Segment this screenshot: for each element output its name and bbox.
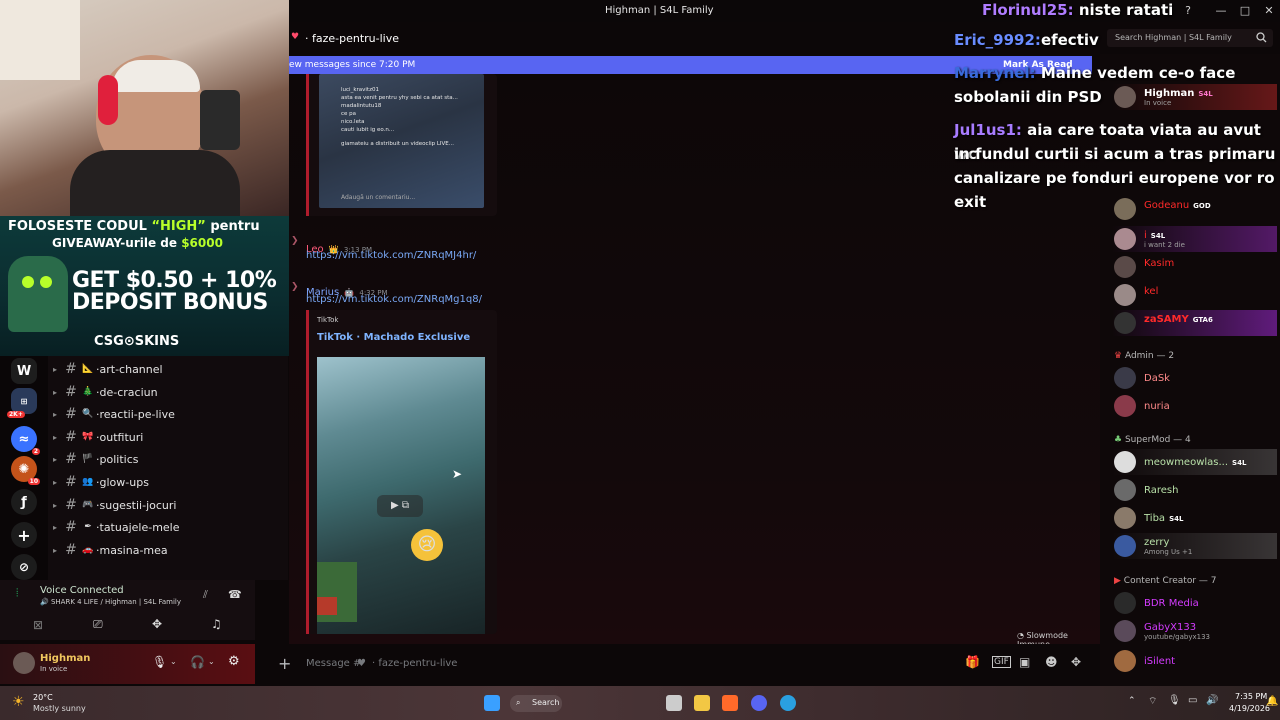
cap-icon — [112, 60, 200, 92]
embed-title-link[interactable]: TikTok · Machado Exclusive — [317, 332, 470, 343]
gift-icon[interactable]: 🎁 — [965, 655, 980, 669]
add-server-button[interactable]: + — [11, 522, 37, 548]
channel-sugestii-jocuri[interactable]: ▸ # 🎮 · sugestii-jocuri — [48, 494, 288, 516]
microphone-icon — [200, 90, 240, 150]
channel-glow-ups[interactable]: ▸ # 👥 · glow-ups — [48, 471, 288, 493]
headset-icon — [98, 75, 118, 125]
member-item[interactable]: zerry Among Us +1 — [1112, 533, 1277, 559]
member-item[interactable]: kel — [1112, 282, 1277, 308]
member-item[interactable]: Tiba S4L — [1112, 505, 1277, 531]
mouse-cursor: ➤ — [452, 467, 463, 481]
disconnect-icon[interactable]: ☎ — [228, 588, 242, 601]
brave-browser-icon[interactable] — [722, 695, 738, 711]
server-icon-w[interactable]: W — [11, 358, 37, 384]
crying-emoji-icon: 😢 — [411, 529, 443, 561]
slowmode-indicator: ◔ Slowmode Immune — [1017, 631, 1068, 644]
stream-chat-overlay: Florinul25: niste ratati Eric_9992:efect… — [954, 1, 1276, 211]
microphone-icon[interactable]: 🎙 — [152, 655, 167, 669]
notification-icon[interactable]: 🔔 — [1266, 696, 1278, 707]
discord-icon[interactable] — [751, 695, 767, 711]
member-group-header: ♛ Admin — 2 — [1114, 351, 1175, 361]
taskbar-search[interactable]: ⌕ Search — [510, 695, 562, 712]
embed-video-thumbnail[interactable]: ▶ ⧉ 😢 — [317, 357, 485, 634]
member-group-header: ♣ SuperMod — 4 — [1114, 435, 1191, 445]
screen-share-icon[interactable]: ⎚ — [93, 617, 103, 632]
avatar[interactable] — [13, 652, 35, 674]
member-item[interactable]: meowmeowlas... S4L — [1112, 449, 1277, 475]
server-icon-f[interactable]: ƒ — [11, 489, 37, 515]
server-list: W ⊞ 2K+ ≈ 2 ✺ 10 ƒ + ⊘ — [0, 355, 48, 580]
channel-outfituri[interactable]: ▸ # 🎀 · outfituri — [48, 426, 288, 448]
server-icon-orange[interactable]: ✺ 10 — [11, 456, 40, 485]
avatar[interactable]: ❯ — [291, 282, 299, 292]
sticker-icon[interactable]: ▣ — [1019, 655, 1030, 669]
file-explorer-icon[interactable] — [694, 695, 710, 711]
avatar[interactable]: ❯ — [291, 236, 299, 246]
activities-icon[interactable]: ✥ — [152, 617, 162, 631]
search-icon: ⌕ — [516, 698, 521, 707]
member-item[interactable]: Raresh — [1112, 477, 1277, 503]
member-item[interactable]: i S4L i want 2 die — [1112, 226, 1277, 252]
channel-art-channel[interactable]: ▸ # 📐 · art-channel — [48, 358, 288, 380]
embed-card: TikTok TikTok · Machado Exclusive ▶ ⧉ 😢 — [309, 310, 497, 634]
voice-location[interactable]: 🔊 SHARK 4 LIFE / Highman | S4L Family — [40, 598, 181, 606]
channel-de-craciun[interactable]: ▸ # 🎄 · de-craciun — [48, 381, 288, 403]
gear-icon[interactable]: ⚙ — [228, 654, 240, 669]
channel-tatuajele-mele[interactable]: ▸ # ✒ · tatuajele-mele — [48, 516, 288, 538]
wifi-icon[interactable]: ⌔ — [1148, 695, 1157, 708]
volume-icon[interactable]: 🔊 — [1206, 695, 1218, 706]
voice-panel: ⦙ Voice Connected 🔊 SHARK 4 LIFE / Highm… — [0, 580, 255, 640]
play-button[interactable]: ▶ ⧉ — [377, 495, 423, 517]
emoji-picker-icon[interactable]: ☻ — [1045, 655, 1058, 669]
channel-masina-mea[interactable]: ▸ # 🚗 · masina-mea — [48, 539, 288, 561]
member-item[interactable]: GabyX133 youtube/gabyx133 — [1112, 618, 1277, 644]
composer-emoji-icon: ♥ — [357, 658, 366, 669]
embed-video-thumbnail[interactable]: luci_kravitz01 asta ea venit pentru yhy s… — [319, 74, 484, 208]
add-attachment-button[interactable]: + — [278, 654, 291, 673]
member-item[interactable]: BDR Media — [1112, 590, 1277, 616]
weather-icon[interactable]: ☀ — [12, 694, 25, 710]
gif-icon[interactable]: GIF — [992, 656, 1011, 668]
chevron-up-icon[interactable]: ⌃ — [1128, 696, 1136, 706]
embed-card: luci_kravitz01 asta ea venit pentru yhy s… — [309, 74, 497, 216]
microphone-icon[interactable]: 🎙 — [1168, 695, 1181, 706]
message-composer[interactable]: + Message # ♥ · faze-pentru-live 🎁 GIF ▣… — [278, 648, 1092, 680]
member-item[interactable]: iSilent — [1112, 648, 1277, 674]
server-folder-icon[interactable]: ⊞ 2K+ — [7, 388, 37, 418]
channel-list: ▸ # 📐 · art-channel ▸ # 🎄 · de-craciun ▸ # 🔍 · re… — [48, 355, 288, 580]
taskbar: ☀ 20°C Mostly sunny ⌕ Search ⌃ ⌔ 🎙 ▭ 🔊 7… — [0, 686, 1280, 720]
start-button[interactable] — [484, 695, 500, 711]
task-view-icon[interactable] — [666, 695, 682, 711]
channel-politics[interactable]: ▸ # 🏴 · politics — [48, 448, 288, 470]
window-title: Highman | S4L Family — [605, 5, 714, 16]
member-item[interactable]: DaSk — [1112, 365, 1277, 391]
signal-icon[interactable]: ⦙ — [16, 586, 18, 600]
webcam-overlay — [0, 0, 289, 216]
apps-icon[interactable]: ✥ — [1071, 655, 1081, 669]
channel-reactii-pe-live[interactable]: ▸ # 🔍 · reactii-pe-live — [48, 403, 288, 425]
brand-logo: CSG⊙SKINS — [94, 334, 180, 349]
mascot-icon — [8, 256, 68, 332]
soundboard-icon[interactable]: ♫ — [211, 617, 222, 631]
channel-name: · faze-pentru-live — [305, 32, 400, 45]
member-item[interactable]: Kasim — [1112, 254, 1277, 280]
promo-banner: FOLOSESTE CODUL “HIGH” pentru GIVEAWAY-u… — [0, 216, 289, 356]
noise-suppression-icon[interactable]: ⫽ — [203, 588, 208, 602]
message-link[interactable]: https://vm.tiktok.com/ZNRqMJ4hr/ — [306, 250, 476, 261]
member-item[interactable]: nuria — [1112, 393, 1277, 419]
chevron-down-icon[interactable]: ⌄ — [170, 657, 177, 666]
stopwatch-icon: ◔ — [1017, 631, 1024, 640]
headphones-icon[interactable]: 🎧 — [190, 655, 205, 669]
camera-off-icon[interactable]: ⊠ — [33, 618, 43, 632]
browser-icon[interactable] — [780, 695, 796, 711]
message-link[interactable]: https://vm.tiktok.com/ZNRqMg1q8/ — [306, 294, 482, 305]
discover-icon[interactable]: ⊘ — [11, 554, 37, 580]
network-icon[interactable]: ▭ — [1188, 695, 1197, 706]
channel-emoji-icon: ♥ — [291, 32, 300, 42]
server-icon-blue[interactable]: ≈ 2 — [11, 426, 40, 455]
member-item[interactable]: zaSAMY GTA6 — [1112, 310, 1277, 336]
user-panel: Highman In voice 🎙 ⌄ 🎧 ⌄ ⚙ — [0, 644, 255, 684]
chevron-down-icon[interactable]: ⌄ — [208, 657, 215, 666]
member-group-header: ▶ Content Creator — 7 — [1114, 576, 1217, 586]
